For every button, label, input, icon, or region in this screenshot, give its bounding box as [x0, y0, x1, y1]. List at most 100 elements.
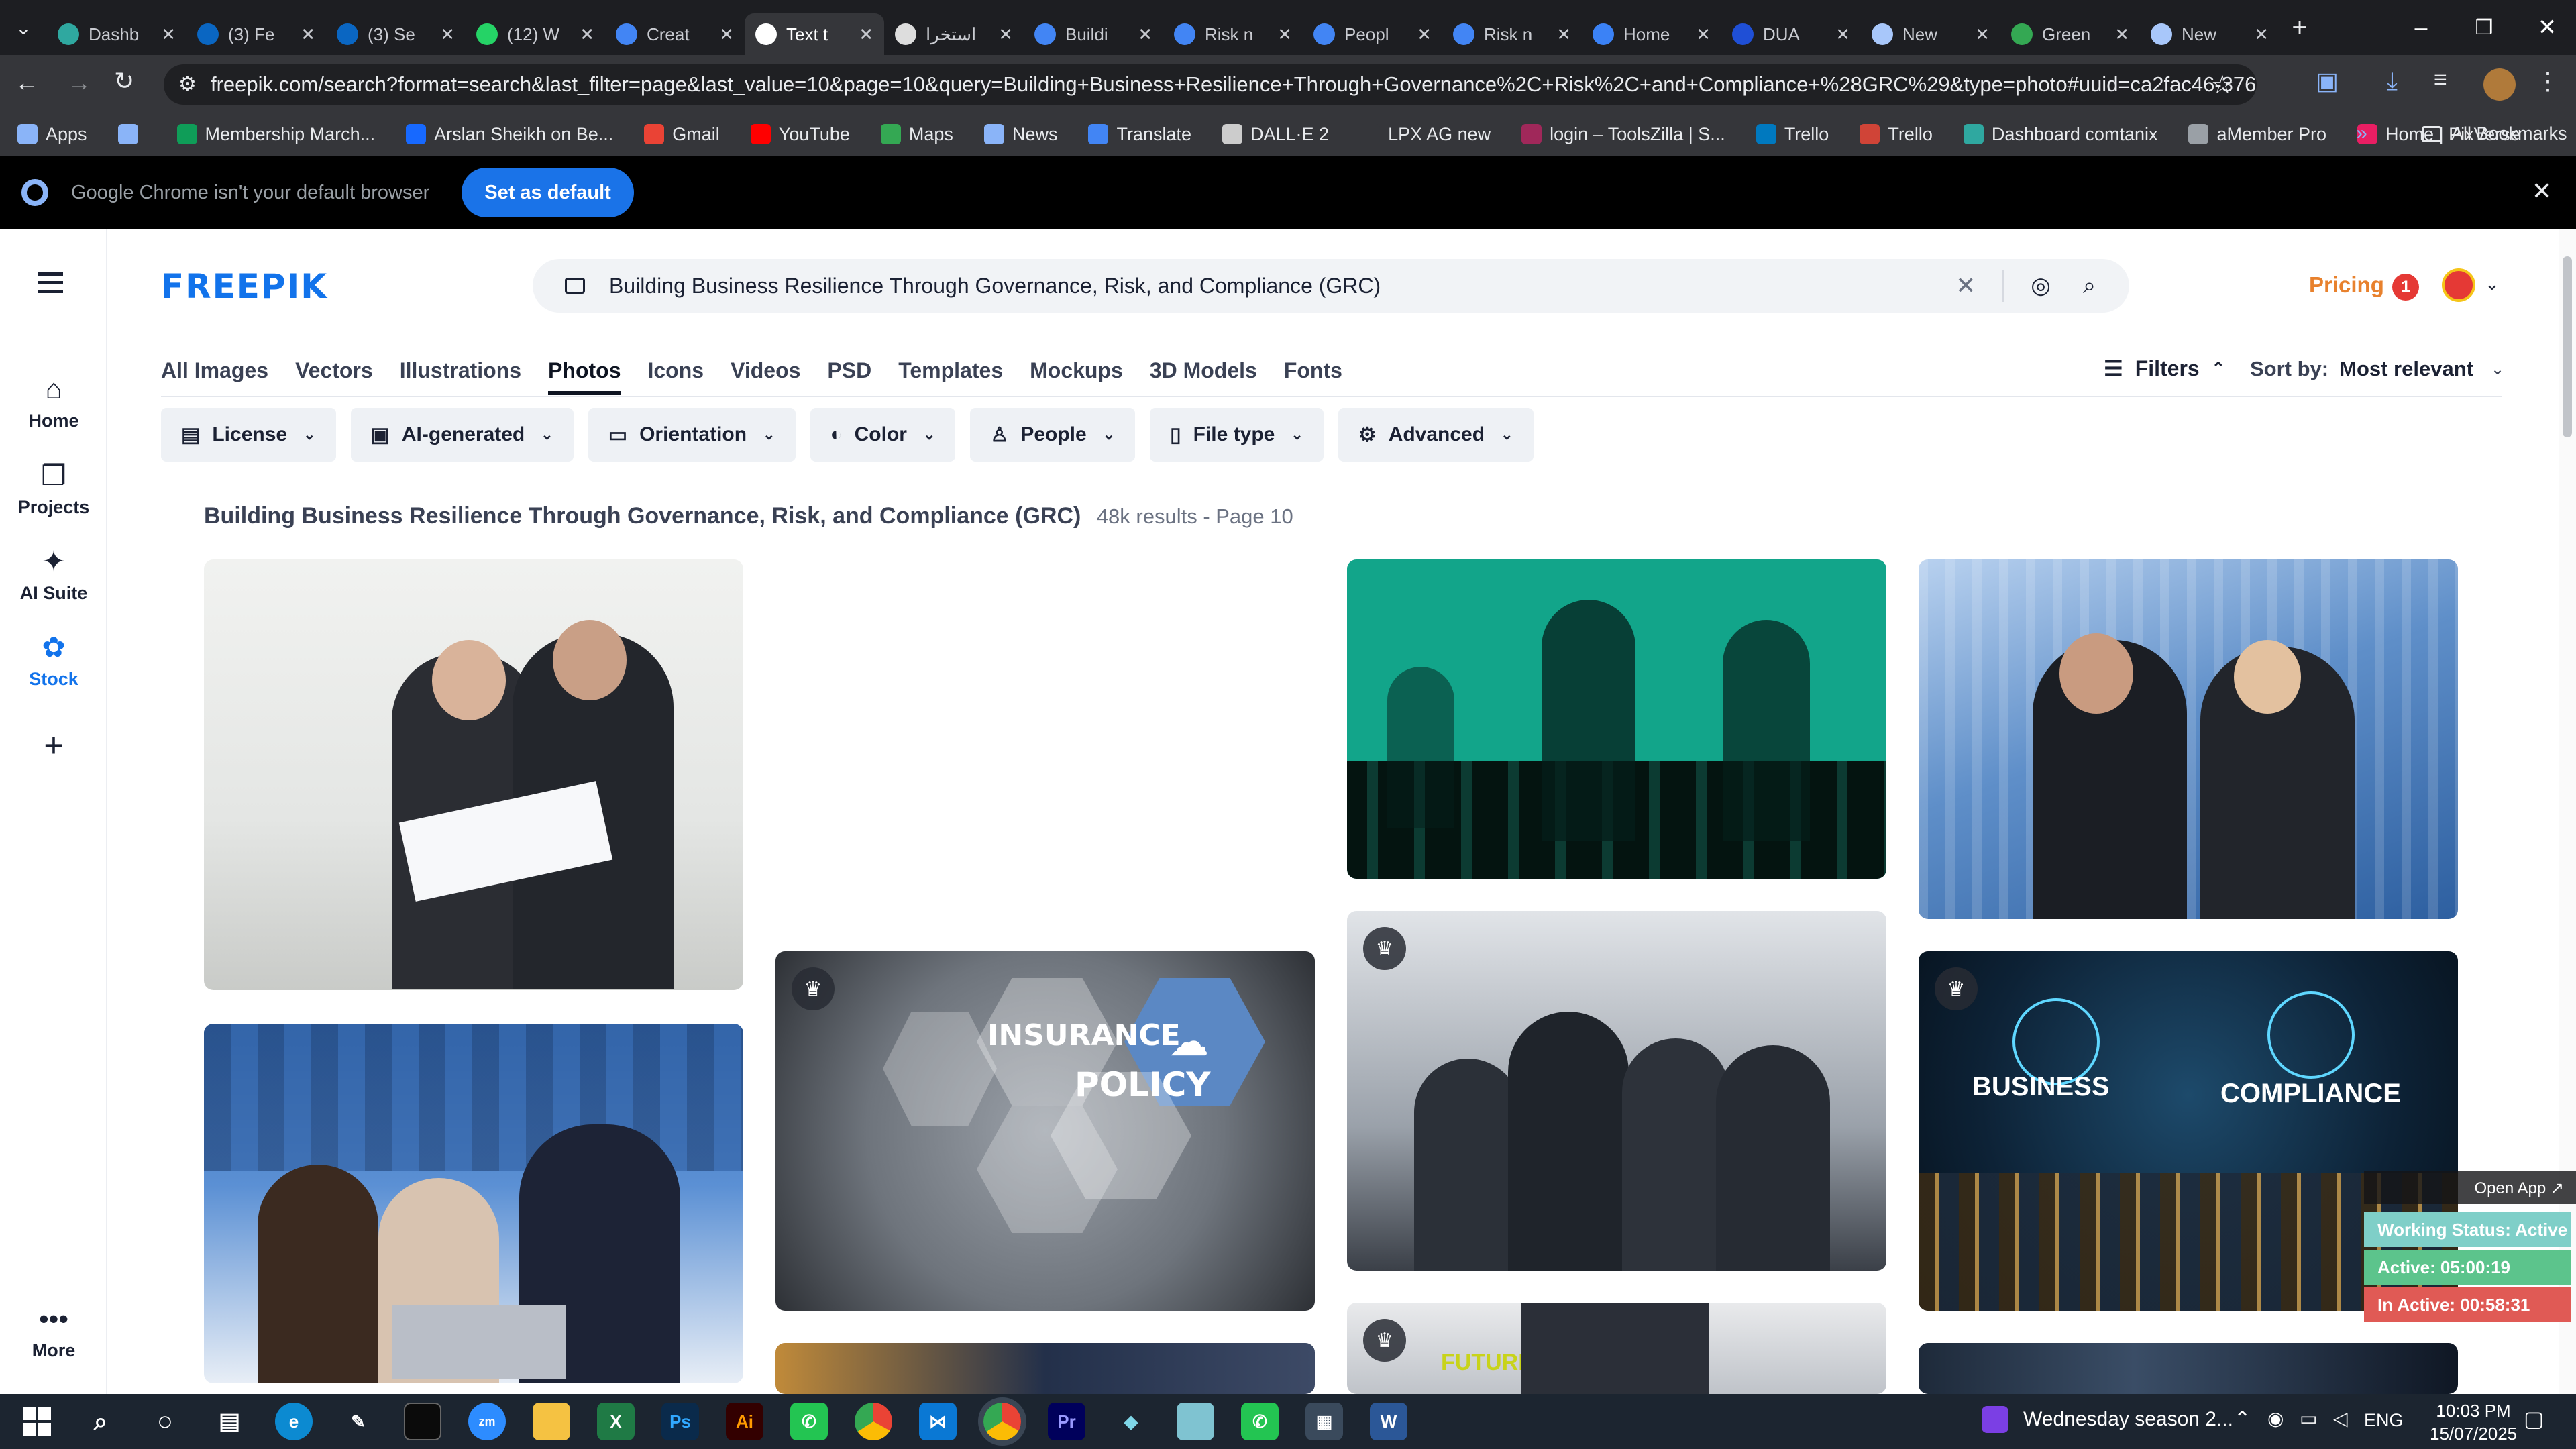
tab-close-icon[interactable]: ✕	[1417, 24, 1432, 45]
tab-close-icon[interactable]: ✕	[440, 24, 455, 45]
category-tab[interactable]: PSD	[827, 358, 871, 395]
restore-button[interactable]: ❐	[2449, 0, 2520, 55]
camera-search-icon[interactable]: ◎	[2031, 272, 2051, 299]
browser-tab[interactable]: Risk n ✕	[1163, 13, 1303, 55]
bookmark-item[interactable]: Dashboard comtanix	[1963, 124, 2157, 145]
nav-more[interactable]: ••• More	[0, 1303, 107, 1361]
chrome-active-icon[interactable]	[978, 1397, 1026, 1446]
category-tab[interactable]: Icons	[647, 358, 704, 395]
filter-button[interactable]: ▤ License ⌄	[161, 408, 336, 462]
reload-icon[interactable]: ↻	[114, 67, 134, 95]
vscode-icon[interactable]: ⋈	[919, 1403, 957, 1440]
illustrator-icon[interactable]: Ai	[726, 1403, 763, 1440]
bookmark-item[interactable]: Translate	[1088, 124, 1191, 145]
download-icon[interactable]: ⤓	[2387, 67, 2398, 96]
nav-ai-suite[interactable]: ✦ AI Suite	[0, 545, 107, 604]
browser-tab[interactable]: Peopl ✕	[1303, 13, 1442, 55]
site-info-icon[interactable]: ⚙	[178, 72, 197, 96]
browser-tab[interactable]: (12) W ✕	[466, 13, 605, 55]
browser-tab[interactable]: استخرا ✕	[884, 13, 1024, 55]
sort-control[interactable]: Sort by: Most relevant ⌄	[2250, 357, 2504, 381]
browser-tab[interactable]: New ✕	[1861, 13, 2000, 55]
language-indicator[interactable]: ENG	[2364, 1410, 2404, 1431]
category-tab[interactable]: Videos	[731, 358, 800, 395]
pricing-link[interactable]: Pricing	[2309, 272, 2384, 298]
filter-button[interactable]: ▯ File type ⌄	[1150, 408, 1324, 462]
bookmark-item[interactable]: login – ToolsZilla | S...	[1521, 124, 1725, 145]
tab-close-icon[interactable]: ✕	[1975, 24, 1990, 45]
set-as-default-button[interactable]: Set as default	[462, 168, 634, 217]
bookmark-item[interactable]: DALL·E 2	[1222, 124, 1329, 145]
browser-tab[interactable]: Green ✕	[2000, 13, 2140, 55]
bookmark-item[interactable]: LPX AG new	[1360, 124, 1491, 145]
category-tab[interactable]: Photos	[548, 358, 621, 395]
word-icon[interactable]: W	[1370, 1403, 1407, 1440]
tab-close-icon[interactable]: ✕	[1138, 24, 1152, 45]
bookmark-item[interactable]: aMember Pro	[2188, 124, 2326, 145]
photo-card-teal-silhouettes[interactable]	[1347, 559, 1886, 879]
tab-close-icon[interactable]: ✕	[719, 24, 734, 45]
photo-card-team-laptop[interactable]	[204, 1024, 743, 1383]
filter-button[interactable]: ♙ People ⌄	[970, 408, 1136, 462]
notification-center-icon[interactable]: ▢	[2524, 1406, 2544, 1432]
task-view-icon[interactable]: ▤	[211, 1403, 248, 1440]
tab-close-icon[interactable]: ✕	[859, 24, 873, 45]
category-tab[interactable]: Templates	[898, 358, 1003, 395]
chrome-menu-icon[interactable]: ⋮	[2536, 67, 2560, 95]
tab-close-icon[interactable]: ✕	[2114, 24, 2129, 45]
nav-projects[interactable]: ❐ Projects	[0, 459, 107, 518]
calculator-icon[interactable]: ▦	[1305, 1403, 1343, 1440]
tab-close-icon[interactable]: ✕	[1835, 24, 1850, 45]
volume-icon[interactable]: ◁	[2333, 1407, 2348, 1430]
windows-start-icon[interactable]	[23, 1407, 51, 1436]
browser-tab[interactable]: Dashb ✕	[47, 13, 186, 55]
back-icon[interactable]: ←	[15, 68, 39, 97]
infobar-close-icon[interactable]: ✕	[2532, 177, 2552, 205]
search-bar[interactable]: Building Business Resilience Through Gov…	[533, 259, 2129, 313]
minimize-button[interactable]: –	[2385, 0, 2457, 55]
new-tab-button[interactable]: +	[2279, 0, 2320, 55]
profile-avatar[interactable]	[2483, 68, 2516, 101]
bookmark-item[interactable]: News	[983, 124, 1057, 145]
category-tab[interactable]: Illustrations	[400, 358, 521, 395]
user-avatar[interactable]	[2442, 268, 2475, 302]
browser-tab[interactable]: (3) Se ✕	[326, 13, 466, 55]
premiere-icon[interactable]: Pr	[1048, 1403, 1085, 1440]
nav-add[interactable]: +	[0, 726, 107, 770]
browser-tab[interactable]: Risk n ✕	[1442, 13, 1582, 55]
photo-card-handshake[interactable]	[1919, 559, 2458, 919]
edge-icon[interactable]: e	[275, 1403, 313, 1440]
tray-chevron-icon[interactable]: ⌃	[2234, 1407, 2251, 1431]
bookmark-item[interactable]: Trello	[1756, 124, 1829, 145]
browser-tab[interactable]: Creat ✕	[605, 13, 745, 55]
account-chevron-icon[interactable]: ⌄	[2485, 274, 2500, 294]
tab-close-icon[interactable]: ✕	[1277, 24, 1292, 45]
tab-close-icon[interactable]: ✕	[1556, 24, 1571, 45]
photo-card-insurance-policy[interactable]: ♛ INSURANCE POLICY ☁	[775, 951, 1315, 1311]
tab-close-icon[interactable]: ✕	[580, 24, 594, 45]
zoom-icon[interactable]: zm	[468, 1403, 506, 1440]
clock[interactable]: 10:03 PM 15/07/2025	[2430, 1399, 2517, 1445]
tab-close-icon[interactable]: ✕	[998, 24, 1013, 45]
forward-icon[interactable]: →	[67, 68, 91, 97]
category-tab[interactable]: Vectors	[295, 358, 373, 395]
filter-button[interactable]: ⚙ Advanced ⌄	[1338, 408, 1534, 462]
nav-stock[interactable]: ✿ Stock	[0, 631, 107, 690]
clear-search-icon[interactable]: ✕	[1955, 272, 1976, 300]
search-icon[interactable]: ⌕	[2083, 273, 2096, 299]
filter-button[interactable]: ◐ Color ⌄	[810, 408, 956, 462]
bookmark-item[interactable]: Apps	[17, 124, 87, 145]
tab-search-icon[interactable]: ⌄	[0, 0, 47, 55]
photo-card-business-documents[interactable]	[204, 559, 743, 990]
app-icon-notes[interactable]	[1177, 1403, 1214, 1440]
category-tab[interactable]: Mockups	[1030, 358, 1123, 395]
tab-close-icon[interactable]: ✕	[2254, 24, 2269, 45]
tab-close-icon[interactable]: ✕	[161, 24, 176, 45]
category-tab[interactable]: All Images	[161, 358, 268, 395]
network-icon[interactable]: ▭	[2300, 1407, 2317, 1430]
app-icon-diamond[interactable]: ◆	[1112, 1403, 1150, 1440]
file-explorer-icon[interactable]	[533, 1403, 570, 1440]
browser-tab[interactable]: DUA ✕	[1721, 13, 1861, 55]
bookmark-item[interactable]: Maps	[880, 124, 953, 145]
image-type-icon[interactable]	[565, 278, 585, 294]
